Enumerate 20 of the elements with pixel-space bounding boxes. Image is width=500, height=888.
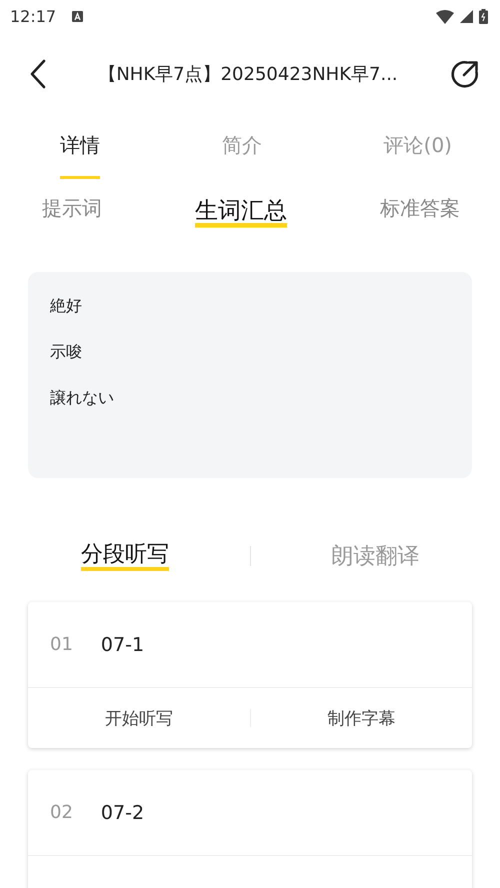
vocabulary-word: 示唆: [50, 342, 82, 362]
tab[interactable]: 详情: [60, 115, 100, 179]
sub-tab[interactable]: 标准答案: [380, 191, 460, 222]
share-button[interactable]: [450, 59, 480, 89]
vocabulary-word: 絶好: [50, 296, 82, 316]
segment-number: 01: [50, 634, 73, 655]
vocabulary-word: 譲れない: [50, 388, 114, 408]
signal-icon: [460, 10, 473, 23]
segment-number: 02: [50, 802, 73, 823]
segment-title: 07-1: [100, 634, 144, 656]
segment-action-button[interactable]: 制作字幕: [327, 706, 396, 730]
segment-action-button[interactable]: 开始听写: [104, 706, 173, 730]
status-time: 12:17: [10, 7, 56, 26]
wifi-icon: [436, 10, 454, 24]
notification-icon: [72, 11, 84, 22]
battery-icon: [479, 9, 488, 24]
back-button[interactable]: [30, 59, 46, 89]
segment-title: 07-2: [100, 802, 144, 824]
page-title: 【NHK早7点】20250423NHK早7...: [97, 63, 399, 86]
sub-tab[interactable]: 提示词: [42, 191, 102, 222]
